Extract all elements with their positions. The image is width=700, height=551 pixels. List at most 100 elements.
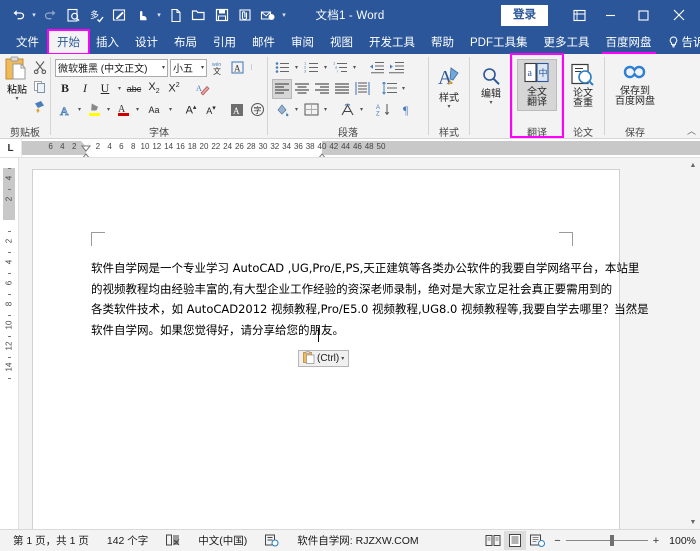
styles-dropdown-icon[interactable]: ▾ xyxy=(447,104,450,110)
bullets-dropdown-icon[interactable]: ▾ xyxy=(292,58,301,78)
borders-dropdown-icon[interactable]: ▾ xyxy=(321,100,330,120)
first-line-indent-marker[interactable] xyxy=(81,141,91,147)
line-spacing-dropdown-icon[interactable]: ▾ xyxy=(399,79,408,99)
tab-home[interactable]: 开始 xyxy=(49,30,88,54)
bold-icon[interactable]: B xyxy=(55,79,75,99)
font-more-icon[interactable]: ⋮ xyxy=(247,58,256,78)
line-spacing-icon[interactable] xyxy=(379,79,399,99)
align-left-icon[interactable] xyxy=(272,79,292,99)
full-text-translate-button[interactable]: a 中 全文 翻译 xyxy=(517,59,557,111)
zoom-level[interactable]: 100% xyxy=(665,535,696,547)
text-effects-icon[interactable]: A xyxy=(55,100,75,120)
strikethrough-icon[interactable]: abc xyxy=(124,79,144,99)
format-painter-icon[interactable] xyxy=(30,97,50,117)
phonetic-guide-icon[interactable]: wén文 xyxy=(207,58,227,78)
accessibility-icon[interactable] xyxy=(256,534,288,547)
print-preview-icon[interactable] xyxy=(63,5,84,26)
tab-developer[interactable]: 开发工具 xyxy=(361,30,423,54)
undo-dropdown-icon[interactable]: ▾ xyxy=(30,5,38,25)
print-layout-view-button[interactable] xyxy=(504,531,526,550)
underline-icon[interactable]: U xyxy=(95,79,115,99)
shrink-font-icon[interactable]: A▾ xyxy=(201,100,221,120)
vertical-ruler[interactable]: 422468101214 xyxy=(0,158,19,529)
distribute-icon[interactable] xyxy=(352,79,372,99)
scroll-up-button[interactable]: ▲ xyxy=(686,158,700,172)
font-name-combobox[interactable]: 微软雅黑 (中文正文) ▾ xyxy=(55,59,168,77)
font-size-combobox[interactable]: 小五 ▾ xyxy=(170,59,207,77)
horizontal-ruler-track[interactable]: 6422468101214161820222426283032343638404… xyxy=(22,139,700,157)
paste-options-button[interactable]: (Ctrl) ▾ xyxy=(298,350,349,367)
numbering-dropdown-icon[interactable]: ▾ xyxy=(321,58,330,78)
paste-options-dropdown-icon[interactable]: ▾ xyxy=(341,355,344,362)
tab-mailings[interactable]: 邮件 xyxy=(244,30,283,54)
tell-me-button[interactable]: 告诉我 xyxy=(660,30,700,54)
font-name-dropdown-icon[interactable]: ▾ xyxy=(160,64,165,71)
proofing-errors-icon[interactable] xyxy=(157,534,189,547)
right-indent-marker[interactable] xyxy=(317,147,327,155)
copy-icon[interactable] xyxy=(30,77,50,97)
increase-indent-icon[interactable] xyxy=(386,58,406,78)
superscript-icon[interactable]: X2 xyxy=(164,79,184,99)
editing-dropdown-icon[interactable]: ▾ xyxy=(489,100,492,106)
horizontal-ruler[interactable]: L 64224681012141618202224262830323436384… xyxy=(0,139,700,158)
open-file-icon[interactable] xyxy=(188,5,209,26)
undo-icon[interactable] xyxy=(7,5,28,26)
collapse-ribbon-icon[interactable]: ︿ xyxy=(687,124,696,137)
tab-baidu-netdisk[interactable]: 百度网盘 xyxy=(598,30,660,54)
customize-quick-access-toolbar-icon[interactable]: ▾ xyxy=(280,5,288,25)
paste-button[interactable]: 粘贴 ▾ xyxy=(4,56,30,102)
highlight-dropdown-icon[interactable]: ▾ xyxy=(104,100,113,120)
tab-review[interactable]: 审阅 xyxy=(283,30,322,54)
grow-font-icon[interactable]: A▴ xyxy=(181,100,201,120)
redo-icon[interactable] xyxy=(40,5,61,26)
language-indicator[interactable]: 中文(中国) xyxy=(189,533,256,548)
attach-icon[interactable] xyxy=(234,5,255,26)
tab-view[interactable]: 视图 xyxy=(322,30,361,54)
zoom-slider[interactable]: − + xyxy=(548,535,665,547)
save-to-baidu-netdisk-button[interactable]: 保存到 百度网盘 xyxy=(612,61,658,109)
tab-references[interactable]: 引用 xyxy=(205,30,244,54)
enclose-character-icon[interactable]: A xyxy=(227,58,247,78)
paste-dropdown-icon[interactable]: ▾ xyxy=(15,96,18,102)
ribbon-display-options-icon[interactable] xyxy=(564,0,594,30)
page-indicator[interactable]: 第 1 页，共 1 页 xyxy=(4,533,98,548)
tab-more-tools[interactable]: 更多工具 xyxy=(536,30,598,54)
bullets-icon[interactable] xyxy=(272,58,292,78)
minimize-button[interactable] xyxy=(594,0,627,30)
tab-selector-button[interactable]: L xyxy=(0,139,22,157)
clear-formatting-icon[interactable]: A xyxy=(192,79,212,99)
maximize-button[interactable] xyxy=(627,0,660,30)
italic-icon[interactable]: I xyxy=(75,79,95,99)
tab-pdf-toolkit[interactable]: PDF工具集 xyxy=(462,30,536,54)
tab-help[interactable]: 帮助 xyxy=(423,30,462,54)
decrease-indent-icon[interactable] xyxy=(366,58,386,78)
character-shading-icon[interactable]: A xyxy=(227,100,247,120)
justify-icon[interactable] xyxy=(332,79,352,99)
zoom-in-button[interactable]: + xyxy=(653,535,659,547)
new-document-icon[interactable] xyxy=(165,5,186,26)
read-mode-view-button[interactable] xyxy=(482,531,504,550)
web-layout-view-button[interactable] xyxy=(526,531,548,550)
show-marks-icon[interactable]: ¶ xyxy=(398,100,418,120)
tab-insert[interactable]: 插入 xyxy=(88,30,127,54)
zoom-slider-thumb[interactable] xyxy=(610,535,614,546)
align-center-icon[interactable] xyxy=(292,79,312,99)
underline-dropdown-icon[interactable]: ▾ xyxy=(115,79,124,99)
document-page[interactable]: 软件自学网是一个专业学习 AutoCAD ,UG,Pro/E,PS,天正建筑等各… xyxy=(33,170,619,529)
cut-icon[interactable] xyxy=(30,57,50,77)
touch-mouse-mode-icon[interactable] xyxy=(132,5,153,26)
document-canvas[interactable]: 软件自学网是一个专业学习 AutoCAD ,UG,Pro/E,PS,天正建筑等各… xyxy=(19,158,700,529)
track-changes-icon[interactable] xyxy=(109,5,130,26)
sort-icon[interactable]: AZ xyxy=(373,100,393,120)
tab-file[interactable]: 文件 xyxy=(6,30,49,54)
zoom-slider-track[interactable] xyxy=(566,540,648,541)
touch-mode-dropdown-icon[interactable]: ▾ xyxy=(155,5,163,25)
document-body-text[interactable]: 软件自学网是一个专业学习 AutoCAD ,UG,Pro/E,PS,天正建筑等各… xyxy=(91,258,573,340)
asian-layout-dropdown-icon[interactable]: ▾ xyxy=(357,100,366,120)
subscript-icon[interactable]: X2 xyxy=(144,79,164,99)
borders-icon[interactable] xyxy=(301,100,321,120)
tab-design[interactable]: 设计 xyxy=(127,30,166,54)
font-color-icon[interactable]: A xyxy=(113,100,133,120)
shading-dropdown-icon[interactable]: ▾ xyxy=(292,100,301,120)
change-case-dropdown-icon[interactable]: ▾ xyxy=(166,100,175,120)
